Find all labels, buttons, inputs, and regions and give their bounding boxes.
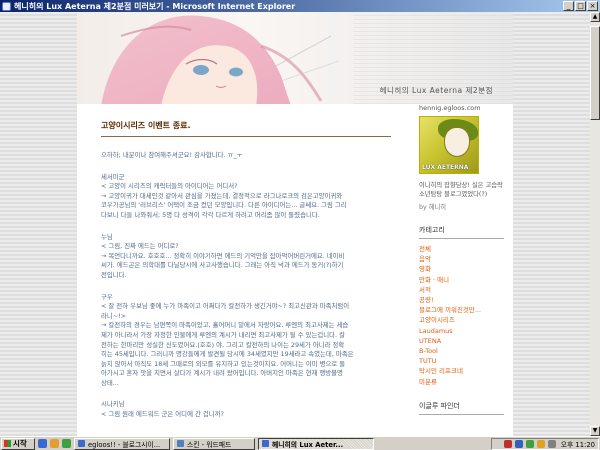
post-text-line: → 칼전하의 경우는 남편쪽이 마족이었고, 흘어머니 밑에서 자랑어요. 루엔… xyxy=(101,321,349,330)
commenter-name: 세서미군 xyxy=(101,172,125,181)
quicklaunch-desktop-icon[interactable] xyxy=(62,439,71,448)
blog-post: 고양이시리즈 이벤트 종료. 으하하; 내분이나 참여해주셔군요! 감사합니다.… xyxy=(101,120,391,432)
category-link[interactable]: 영화 xyxy=(419,264,504,274)
post-paragraph: 누님 < 그림, 진짜 에드는 어디로? → 목언다니까요. 호호호... 정확히 … xyxy=(101,233,391,281)
blog-title[interactable]: 헤니히의 Lux Aeterna 제2분점 xyxy=(380,85,493,96)
task-label: 헤니히의 Lux Aeter... xyxy=(272,440,344,449)
profile-image: LUX AETERNA xyxy=(419,116,479,174)
egloo-finder-header: 이글루 파인더 xyxy=(419,401,504,415)
profile-author: by 헤니히 xyxy=(419,204,447,211)
minimize-button[interactable]: _ xyxy=(563,1,574,11)
taskbar: 시작 egloos!! - 블로그시이... 스킨 - 워드패드 헤니히의 Lu… xyxy=(0,436,600,450)
category-link[interactable]: 미분류 xyxy=(419,377,504,387)
tray-ime-icon[interactable] xyxy=(536,440,545,448)
category-link[interactable]: TUTU xyxy=(419,356,504,366)
post-text-line: → 고양이귀가 대세인것 같아서 관심을 가졌는데, 결정적으로 라그나로크의 … xyxy=(101,191,343,200)
profile-face xyxy=(444,127,470,157)
post-text-line: < 잘 전하 우보님 좋에 누가 마족이고 어쩌다가 칼전하가 생긴거야~? 최… xyxy=(101,302,350,311)
profile-intro: 이니히의 잡향담상! 실은 고슴락 소년탐탕 블로그였었다(?) xyxy=(419,182,503,198)
task-wordpad[interactable]: 스킨 - 워드패드 xyxy=(173,437,255,450)
close-button[interactable]: × xyxy=(587,1,598,11)
category-list: 전체 음악 영화 만화 · 애니 서적 공량! 블로그에 끼워진것만... 고양이시리즈 Lau… xyxy=(419,244,504,387)
post-text-line: < 고양이 시리즈의 캐릭터들의 아이디어는 어디서? xyxy=(101,182,238,191)
header-banner: 헤니히의 Lux Aeterna 제2분점 xyxy=(77,12,513,104)
post-paragraph: 으하하; 내분이나 참여해주셔군요! 감사합니다. ㅠ_ㅜ xyxy=(101,151,391,161)
blog-url[interactable]: hennig.egloos.com xyxy=(419,104,504,112)
window-controls: _ □ × xyxy=(563,1,598,11)
post-text-line: 전입니다. xyxy=(101,270,127,279)
title-bar[interactable]: 헤니히의 Lux Aeterna 제2분점 미러보기 - Microsoft I… xyxy=(0,0,600,12)
category-link[interactable]: 만화 · 애니 xyxy=(419,275,504,285)
quicklaunch-folder-icon[interactable] xyxy=(50,439,59,448)
tray-network-icon[interactable] xyxy=(514,440,523,448)
post-text-line: 라니~!> xyxy=(101,311,127,320)
category-link[interactable]: 블로그에 끼워진것만... xyxy=(419,305,504,315)
banner-illustration xyxy=(101,15,340,104)
clock: 오후 11:20 xyxy=(560,441,595,449)
tray-volume-icon[interactable] xyxy=(547,440,556,448)
post-text-line: 제가 아니라서 가장 자정한 인물에게 루엔의 계시가 내리면 최고사제가 될 … xyxy=(101,330,345,339)
category-header: 카테고리 xyxy=(419,225,504,239)
start-label: 시작 xyxy=(13,439,27,448)
vertical-scrollbar[interactable]: ▲ ▼ xyxy=(590,12,600,436)
task-egloos[interactable]: egloos!! - 블로그시이... xyxy=(74,437,170,450)
maximize-button[interactable]: □ xyxy=(575,1,586,11)
post-paragraph: 시나키님 < 그림 원래 에드워드 군은 어디에 간 겁니까? xyxy=(101,400,391,419)
scroll-thumb[interactable] xyxy=(590,26,600,120)
commenter-name: 시나키님 xyxy=(101,400,125,409)
category-link[interactable]: 공량! xyxy=(419,295,504,305)
post-text-line: < 그림, 진짜 에드는 어디로? xyxy=(101,242,179,251)
post-text-line: 씨가. 에드곤은 의학대를 다닐당시에 사고사했습니다. 그래는 아직 넉과 에… xyxy=(101,261,344,270)
commenter-name: 구우 xyxy=(101,292,113,301)
post-text-line: 코우가공님의 '러브리스' 어택이 조금 컸던 모양입니다. 다른 아이디어는.… xyxy=(101,201,347,210)
browser-window: 헤니히의 Lux Aeterna 제2분점 미러보기 - Microsoft I… xyxy=(0,0,600,450)
post-text-line: < 그림 원래 에드워드 군은 어디에 간 겁니까? xyxy=(101,410,224,419)
system-tray: 오후 11:20 xyxy=(491,438,599,450)
task-label: 스킨 - 워드패드 xyxy=(187,440,232,449)
quicklaunch-ie-icon[interactable] xyxy=(38,439,47,448)
category-link[interactable]: 고양이시리즈 xyxy=(419,315,504,325)
tray-messenger-icon[interactable] xyxy=(525,440,534,448)
start-button[interactable]: 시작 xyxy=(1,437,35,450)
post-paragraph: 구우 < 잘 전하 우보님 좋에 누가 마족이고 어쩌다가 칼전하가 생긴거야~?… xyxy=(101,293,391,389)
tray-antivirus-icon[interactable] xyxy=(503,440,512,448)
post-paragraph: 세서미군 < 고양이 시리즈의 캐릭터들의 아이디어는 어디서? → 고양이귀가 대… xyxy=(101,173,391,221)
category-link[interactable]: 탁시민 리프크네 xyxy=(419,366,504,376)
scroll-down-arrow[interactable]: ▼ xyxy=(590,426,600,436)
category-link[interactable]: UTENA xyxy=(419,336,504,346)
window-title: 헤니히의 Lux Aeterna 제2분점 미러보기 - Microsoft I… xyxy=(14,1,296,11)
post-text-line: 상태... xyxy=(101,378,119,387)
task-label: egloos!! - 블로그시이... xyxy=(88,440,161,449)
post-text-line: 아가시고 혼자 맛을 치면서 살다가 계시가 내려 왔어입니다. 아버지인 마족… xyxy=(101,369,343,378)
post-title[interactable]: 고양이시리즈 이벤트 종료. xyxy=(101,120,391,137)
post-text-line: 다보니 다들 나와줘서; 5명 다 성격이 각각 다르게 하려고 머리좀 많이 … xyxy=(101,210,320,219)
post-text-line: 히는 45세입니다. 그러니까 명강들에게 발견될 당시에 34세였지만 19세… xyxy=(101,350,354,359)
background-right xyxy=(513,12,590,436)
post-text-line: 으하하; 내분이나 참여해주셔군요! 감사합니다. ㅠ_ㅜ xyxy=(101,151,243,159)
scroll-up-arrow[interactable]: ▲ xyxy=(590,12,600,22)
blog-page: 헤니히의 Lux Aeterna 제2분점 고양이시리즈 이벤트 종료. 으하하… xyxy=(77,12,513,436)
category-link[interactable]: 서적 xyxy=(419,285,504,295)
background-left xyxy=(0,12,77,436)
post-text-line: 전하는 한마리만 성실한 신도였어요.(호호) 야, 그리고 칼전하의 나이는 … xyxy=(101,340,345,349)
category-link[interactable]: 음악 xyxy=(419,254,504,264)
profile-tag: LUX AETERNA xyxy=(422,164,469,171)
post-body: 으하하; 내분이나 참여해주셔군요! 감사합니다. ㅠ_ㅜ 세서미군 < 고양이 시… xyxy=(101,151,391,420)
post-text-line: 늙지 않아서 아직도 18세 그때로의 외모를 유지하고 있는것이지요. 어머니… xyxy=(101,359,346,368)
category-link[interactable]: B-Tool xyxy=(419,346,504,356)
commenter-name: 누님 xyxy=(101,232,113,241)
windows-logo-icon xyxy=(4,440,11,447)
ie-icon xyxy=(78,440,85,447)
post-text-line: → 목언다니까요. 호호호... 정확히 이야기하면 에드의 기억만을 잡아먹어… xyxy=(101,251,345,260)
category-link[interactable]: Laudamus xyxy=(419,326,504,336)
category-link[interactable]: 전체 xyxy=(419,244,504,254)
page-viewport: 헤니히의 Lux Aeterna 제2분점 고양이시리즈 이벤트 종료. 으하하… xyxy=(0,12,590,436)
wordpad-icon xyxy=(177,440,184,447)
sidebar: hennig.egloos.com LUX AETERNA 이니히의 잡향담상!… xyxy=(419,104,504,420)
task-lux-aeterna[interactable]: 헤니히의 Lux Aeter... xyxy=(258,437,374,450)
ie-icon xyxy=(262,440,269,447)
internet-explorer-icon xyxy=(2,1,11,11)
